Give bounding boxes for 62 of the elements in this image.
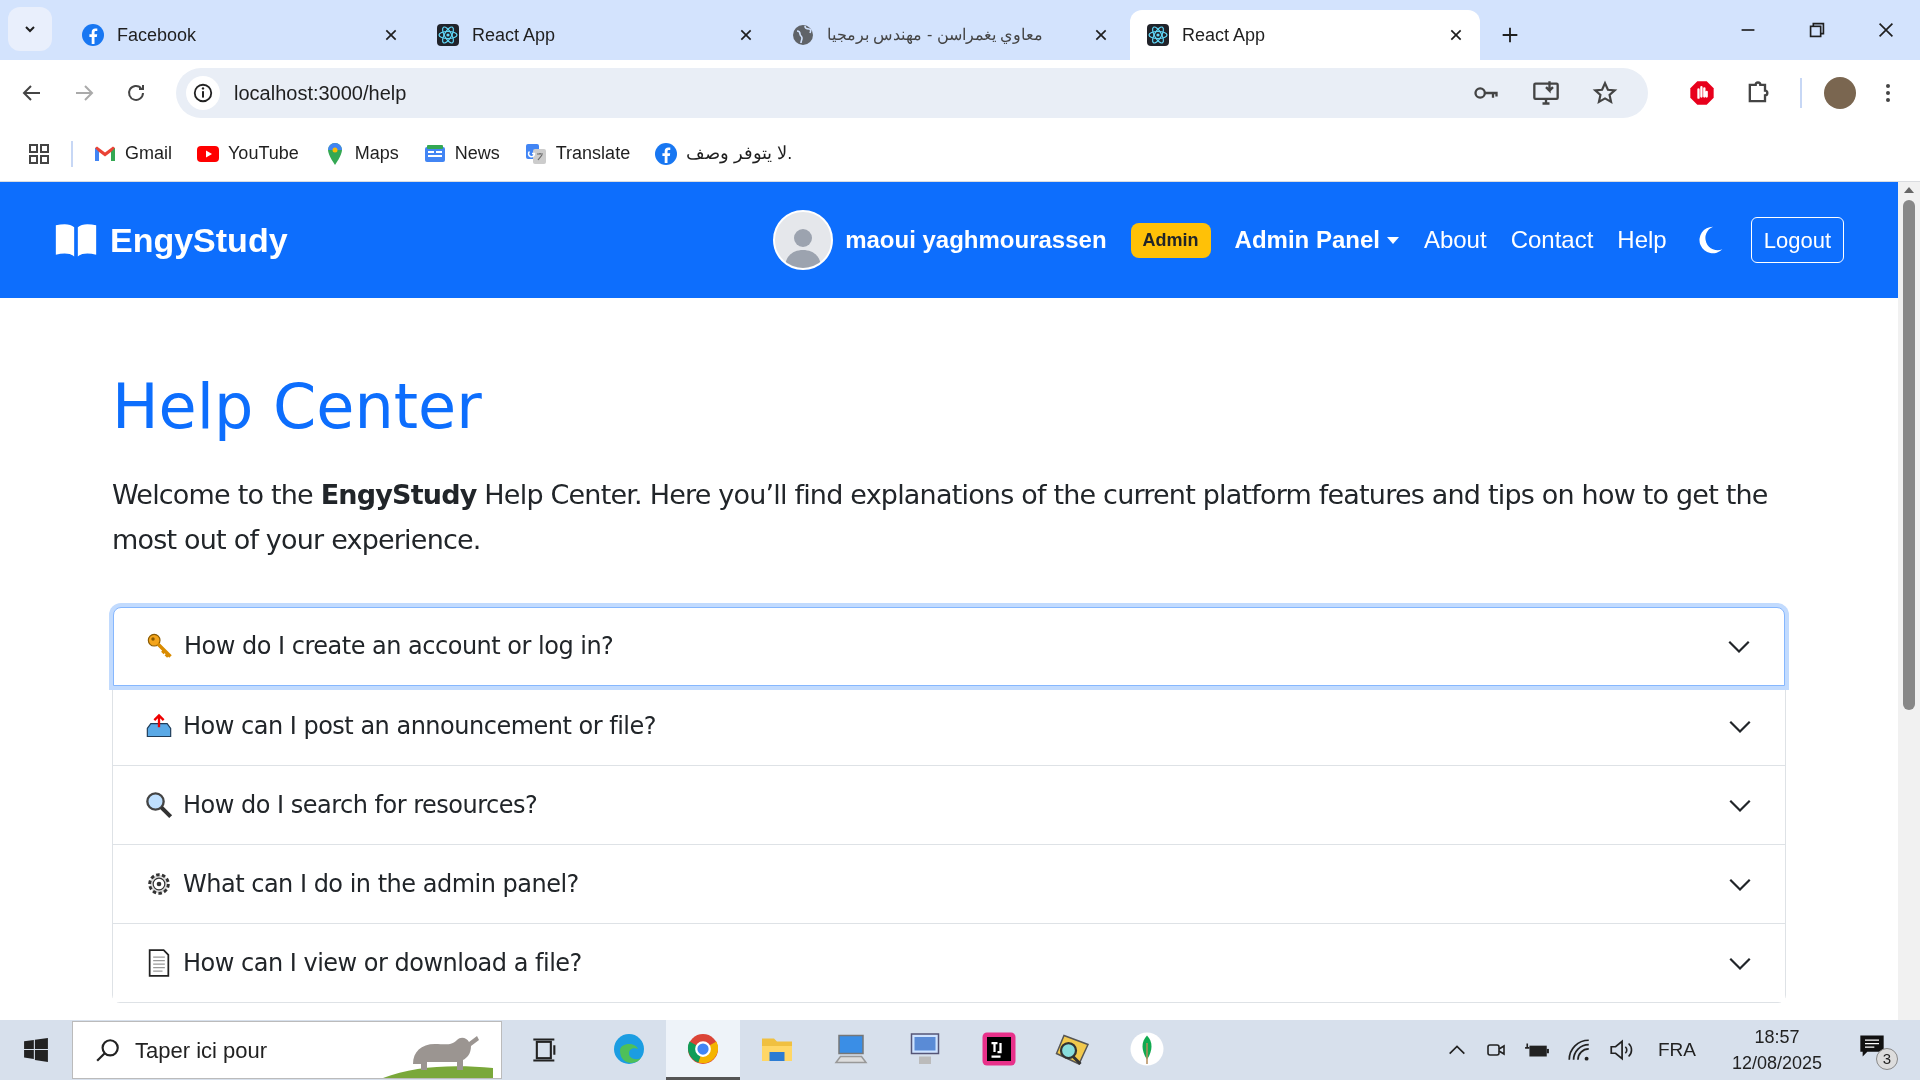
logout-button[interactable]: Logout [1750, 217, 1844, 263]
browser-tab[interactable]: معاوي يغمراسن - مهندس برمجيا [775, 10, 1125, 60]
browser-tab[interactable]: React App [420, 10, 770, 60]
ide-icon [981, 1030, 1017, 1067]
close-icon[interactable] [738, 27, 754, 43]
close-icon[interactable] [1093, 27, 1109, 43]
scrollbar-track[interactable] [1898, 182, 1920, 1020]
taskbar-search-field[interactable]: Taper ici pour [72, 1021, 502, 1079]
close-icon[interactable] [1448, 27, 1464, 43]
speaker-icon[interactable] [1607, 1037, 1634, 1063]
facebook-icon [81, 23, 105, 47]
windows-start-icon[interactable] [23, 1037, 49, 1063]
page-title: Help Center [112, 369, 483, 445]
wifi-icon[interactable] [1565, 1037, 1592, 1063]
nav-link[interactable]: Help [1617, 222, 1667, 258]
close-icon[interactable] [383, 27, 399, 43]
intro-paragraph: Welcome to the EngyStudy Help Center. Here you’ll find explanations of the current platform features and tips on how to get the most out of your experience. [112, 477, 1769, 557]
tab-title: React App [472, 23, 556, 47]
scrollbar-thumb[interactable] [1903, 200, 1915, 710]
bookmark[interactable]: YouTube [196, 140, 299, 167]
url-text: localhost:3000/help [234, 81, 408, 106]
clock[interactable]: 18:57 12/08/2025 [1731, 1024, 1822, 1076]
facebook-icon [654, 141, 679, 166]
bookmark[interactable]: Translate [523, 140, 631, 167]
browser-tab[interactable]: Facebook [65, 10, 415, 60]
atom-icon [1146, 23, 1170, 47]
bookmark[interactable]: لا يتوفر وصف. [654, 140, 793, 167]
faq-question[interactable]: How can I view or download a file? [113, 922, 1785, 1002]
leaf-icon [1129, 1030, 1165, 1067]
search-icon [145, 790, 173, 819]
key-icon [146, 632, 174, 660]
upload-tray-icon [145, 711, 173, 740]
address-bar[interactable]: localhost:3000/help [176, 68, 1649, 118]
globe-icon [791, 23, 815, 47]
bookmark[interactable]: Gmail [93, 140, 172, 167]
search-input[interactable]: Taper ici pour [135, 1033, 375, 1067]
bookmark[interactable]: News [422, 140, 500, 167]
bookmark[interactable]: Maps [322, 140, 399, 167]
notification-button[interactable]: 3 [1858, 1030, 1898, 1070]
role-badge: Admin [1130, 222, 1211, 258]
profile-avatar[interactable] [1824, 77, 1856, 109]
tab-title: React App [1182, 23, 1266, 47]
user-name: maoui yaghmourassen [845, 225, 1107, 255]
search-icon [95, 1037, 121, 1063]
info-icon[interactable] [192, 82, 214, 104]
language-indicator[interactable]: FRA [1657, 1035, 1696, 1065]
browser-tab[interactable]: React App [1130, 10, 1480, 60]
brand-name[interactable]: EngyStudy [110, 214, 288, 266]
star-icon[interactable] [1592, 80, 1619, 106]
nav-link[interactable]: About [1423, 222, 1487, 258]
apps-grid-icon[interactable] [27, 141, 51, 166]
tab-title: Facebook [117, 23, 197, 47]
admin-panel-dropdown[interactable]: Admin Panel [1234, 222, 1400, 258]
scroll-up-arrow-icon[interactable] [1903, 186, 1915, 194]
nav-link[interactable]: Contact [1510, 222, 1594, 258]
caret-down-icon[interactable] [1385, 235, 1400, 245]
taskbar-app[interactable] [666, 1020, 740, 1080]
atom-icon [436, 23, 460, 47]
hand-stop-icon[interactable] [1688, 79, 1717, 107]
translate-icon [523, 141, 548, 166]
tab-title: معاوي يغمراسن - مهندس برمجيا [827, 25, 1044, 46]
install-icon[interactable] [1532, 79, 1561, 107]
